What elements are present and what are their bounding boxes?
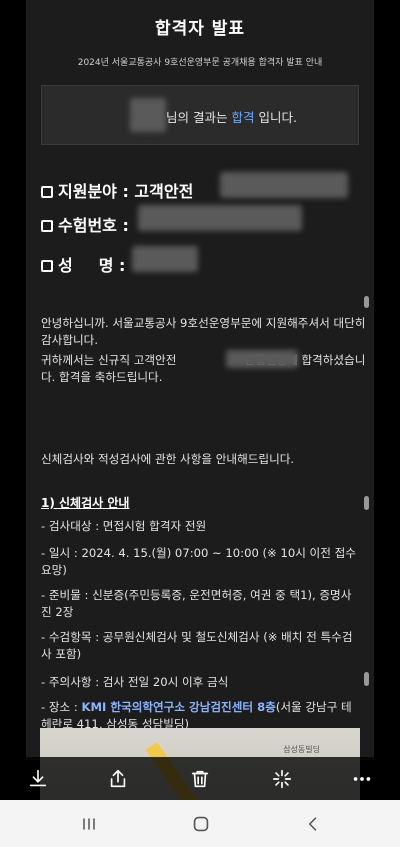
checkbox-square-icon <box>41 186 53 198</box>
home-icon[interactable] <box>186 810 216 838</box>
more-icon[interactable] <box>348 765 376 793</box>
exam-preparation: - 준비물 : 신분증(주민등록증, 운전면허증, 여권 중 택1), 증명사진… <box>41 588 352 619</box>
result-prefix: 님의 결과는 <box>166 110 232 125</box>
viewer-toolbar <box>0 757 400 800</box>
exam-target: - 검사대상 : 면접시험 합격자 전원 <box>41 519 207 533</box>
page-subtitle: 2024년 서울교통공사 9호선운영부문 공개채용 합격자 발표 안내 <box>77 58 323 68</box>
recent-apps-icon[interactable] <box>74 810 104 838</box>
page-title: 합격자 발표 <box>154 19 246 39</box>
redacted-exam-number <box>138 205 302 231</box>
field-name: 성명 : <box>41 252 125 276</box>
notice-text: 신체검사와 적성검사에 관한 사항을 안내해드립니다. <box>41 452 295 466</box>
exam-date: - 일시 : 2024. 4. 15.(월) 07:00 ~ 10:00 (※ … <box>41 546 356 577</box>
result-box: 님의 결과는 합격 입니다. <box>41 85 359 145</box>
delete-icon[interactable] <box>186 765 214 793</box>
back-icon[interactable] <box>298 810 328 838</box>
redacted-position <box>226 350 298 368</box>
field-exam-number: 수험번호 : <box>41 212 129 236</box>
scroll-indicator[interactable] <box>364 496 369 510</box>
ai-sparkle-icon[interactable] <box>268 765 296 793</box>
field-application: 지원분야 : 고객안전 <box>41 178 193 202</box>
result-suffix: 입니다. <box>254 110 297 125</box>
share-icon[interactable] <box>104 765 132 793</box>
download-icon[interactable] <box>24 765 52 793</box>
redacted-field <box>220 172 348 198</box>
congrats-text: 귀하께서는 신규직 고객안전 면접전형에 합격하셨습니다. 합격을 축하드립니다. <box>41 353 366 384</box>
checkbox-square-icon <box>41 220 53 232</box>
redacted-name-field <box>132 246 198 272</box>
map-label: 삼성동빌딩 <box>283 745 320 754</box>
scroll-indicator[interactable] <box>364 672 369 686</box>
system-navigation-bar <box>0 800 400 847</box>
result-line: 님의 결과는 합격 입니다. <box>166 107 297 126</box>
section-title-physical-exam: 1) 신체검사 안내 <box>41 496 130 510</box>
result-status: 합격 <box>231 110 255 125</box>
image-viewer: 합격자 발표 2024년 서울교통공사 9호선운영부문 공개채용 합격자 발표 … <box>0 0 400 800</box>
scroll-indicator[interactable] <box>364 296 369 308</box>
greeting-text: 안녕하십니까. 서울교통공사 9호선운영부문에 지원해주셔서 대단히 감사합니다… <box>41 316 366 347</box>
redacted-name <box>130 98 166 132</box>
exam-items: - 수검항목 : 공무원신체검사 및 철도신체검사 (※ 배치 전 특수검사 포… <box>41 630 353 661</box>
exam-caution: - 주의사항 : 검사 전일 20시 이후 금식 <box>41 675 229 689</box>
checkbox-square-icon <box>41 260 53 272</box>
announcement-document: 합격자 발표 2024년 서울교통공사 9호선운영부문 공개채용 합격자 발표 … <box>26 0 374 760</box>
